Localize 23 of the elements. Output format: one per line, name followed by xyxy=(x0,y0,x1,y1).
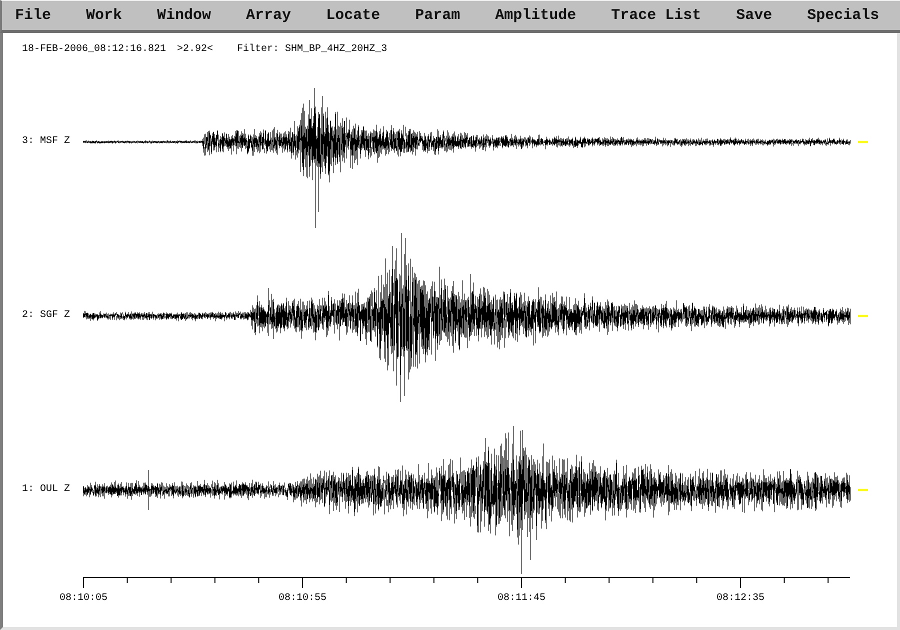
menu-item[interactable]: Save xyxy=(734,6,774,24)
time-label: 08:10:55 xyxy=(278,593,326,604)
menu-item[interactable]: Array xyxy=(244,6,294,24)
menu-item[interactable]: Work xyxy=(84,6,124,24)
menu-item[interactable]: Window xyxy=(155,6,214,24)
menu-item[interactable]: Param xyxy=(413,6,462,24)
time-label: 08:10:05 xyxy=(60,593,108,604)
marker-icon xyxy=(858,141,868,143)
menu-item[interactable]: Trace List xyxy=(609,6,704,24)
trace-label: 1: OUL Z xyxy=(22,484,70,496)
amplitude-readout: >2.92< xyxy=(177,44,214,56)
time-label: 08:11:45 xyxy=(498,593,546,604)
time-label: 08:12:35 xyxy=(716,593,764,604)
menu-item[interactable]: Amplitude xyxy=(493,6,578,24)
menu-item[interactable]: File xyxy=(13,6,54,24)
filter-label: Filter: SHM_BP_4HZ_20HZ_3 xyxy=(237,44,388,56)
trace-label: 3: MSF Z xyxy=(22,136,70,148)
timestamp-text: 18-FEB-2006_08:12:16.821 xyxy=(22,44,166,56)
marker-icon xyxy=(858,489,868,491)
marker-icon xyxy=(858,315,868,317)
menu-item[interactable]: Locate xyxy=(324,6,382,24)
trace-label: 2: SGF Z xyxy=(22,310,70,322)
menu-item[interactable]: Specials xyxy=(805,6,882,24)
